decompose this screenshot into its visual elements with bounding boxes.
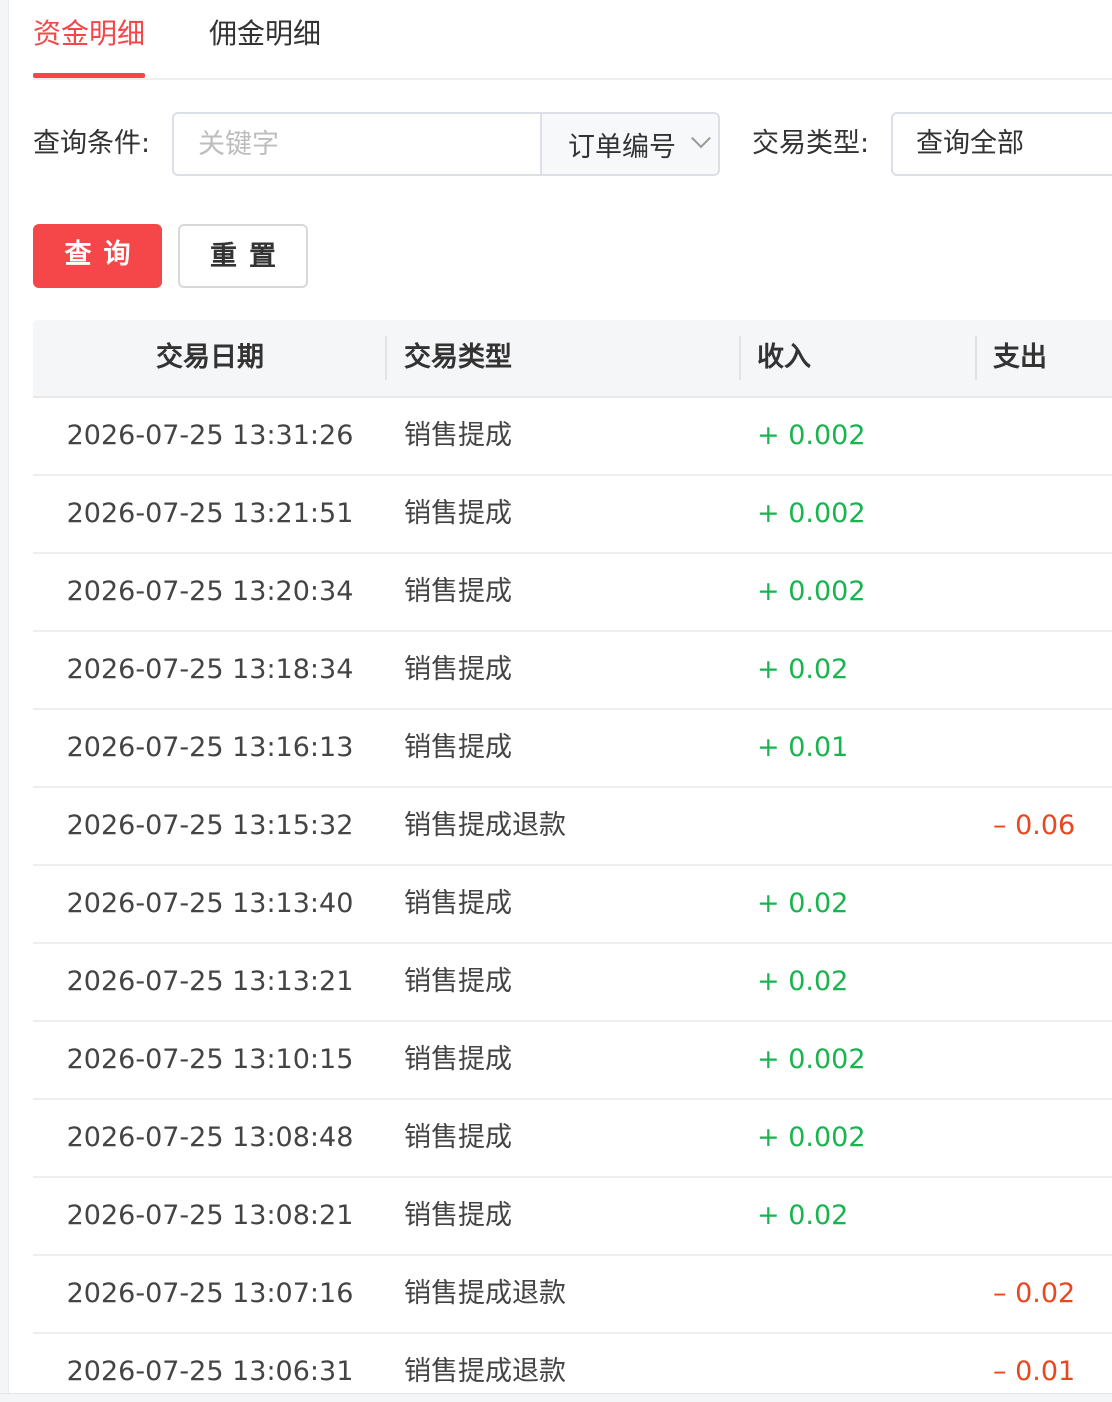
cell-date: 2026-07-25 13:31:26: [66, 420, 354, 451]
query-condition-label: 查询条件:: [33, 128, 151, 159]
cell-type: 销售提成: [404, 1200, 512, 1231]
table-row: 2026-07-25 13:10:15 销售提成 + 0.002: [33, 1022, 1112, 1100]
reset-button[interactable]: 重置: [178, 224, 308, 288]
cell-income: + 0.02: [757, 1200, 849, 1231]
table-row: 2026-07-25 13:08:48 销售提成 + 0.002: [33, 1100, 1112, 1178]
cell-type: 销售提成: [404, 576, 512, 607]
cell-income: + 0.002: [757, 420, 866, 451]
cell-type: 销售提成: [404, 1122, 512, 1153]
transaction-type-value: 查询全部: [916, 128, 1024, 159]
cell-date: 2026-07-25 13:16:13: [66, 732, 354, 763]
cell-type: 销售提成: [404, 732, 512, 763]
header-income: 收入: [757, 342, 811, 373]
table-row: 2026-07-25 13:13:40 销售提成 + 0.02: [33, 866, 1112, 944]
cell-date: 2026-07-25 13:06:31: [66, 1356, 354, 1387]
table-row: 2026-07-25 13:07:16 销售提成退款 – 0.02: [33, 1256, 1112, 1334]
cell-type: 销售提成: [404, 1044, 512, 1075]
cell-date: 2026-07-25 13:10:15: [66, 1044, 354, 1075]
table-row: 2026-07-25 13:13:21 销售提成 + 0.02: [33, 944, 1112, 1022]
cell-income: + 0.01: [757, 732, 849, 763]
cell-type: 销售提成: [404, 654, 512, 685]
cell-date: 2026-07-25 13:18:34: [66, 654, 354, 685]
cell-date: 2026-07-25 13:20:34: [66, 576, 354, 607]
table-row: 2026-07-25 13:21:51 销售提成 + 0.002: [33, 476, 1112, 554]
funds-detail-page: 资金明细 佣金明细 查询条件: 订单编号 交易类型: 查询全部 查询 重置 交易…: [0, 0, 1112, 1402]
table-row: 2026-07-25 13:31:26 销售提成 + 0.002: [33, 398, 1112, 476]
transactions-table: 交易日期 交易类型 收入 支出 2026-07-25 13:31:26 销售提成 +…: [33, 320, 1112, 1402]
tab-bar: 资金明细 佣金明细: [33, 0, 1112, 80]
table-row: 2026-07-25 13:08:21 销售提成 + 0.02: [33, 1178, 1112, 1256]
cell-income: + 0.02: [757, 888, 849, 919]
cell-date: 2026-07-25 13:13:40: [66, 888, 354, 919]
cell-expense: – 0.02: [993, 1278, 1076, 1309]
left-divider: [0, 0, 9, 1402]
header-divider: [975, 336, 977, 380]
header-date: 交易日期: [156, 342, 264, 373]
table-row: 2026-07-25 13:06:31 销售提成退款 – 0.01: [33, 1334, 1112, 1402]
table-row: 2026-07-25 13:18:34 销售提成 + 0.02: [33, 632, 1112, 710]
transaction-type-select[interactable]: 查询全部: [891, 112, 1112, 176]
header-expense: 支出: [993, 342, 1047, 373]
cell-income: + 0.02: [757, 966, 849, 997]
cell-type: 销售提成: [404, 420, 512, 451]
tab-funds-detail[interactable]: 资金明细: [33, 14, 145, 54]
cell-type: 销售提成: [404, 498, 512, 529]
cell-type: 销售提成: [404, 888, 512, 919]
cell-income: + 0.02: [757, 654, 849, 685]
header-divider: [739, 336, 741, 380]
table-header: 交易日期 交易类型 收入 支出: [33, 320, 1112, 398]
search-field-value: 订单编号: [568, 131, 676, 163]
active-tab-indicator: [33, 73, 145, 78]
header-divider: [385, 336, 387, 380]
keyword-input[interactable]: [174, 114, 540, 174]
keyword-search-group: 订单编号: [172, 112, 720, 176]
cell-income: + 0.002: [757, 1044, 866, 1075]
cell-expense: – 0.01: [993, 1356, 1076, 1387]
search-field-select[interactable]: 订单编号: [540, 114, 718, 174]
table-row: 2026-07-25 13:16:13 销售提成 + 0.01: [33, 710, 1112, 788]
cell-income: + 0.002: [757, 1122, 866, 1153]
cell-date: 2026-07-25 13:07:16: [66, 1278, 354, 1309]
chevron-down-icon: [691, 128, 711, 149]
cell-type: 销售提成退款: [404, 1356, 566, 1387]
cell-date: 2026-07-25 13:08:21: [66, 1200, 354, 1231]
cell-date: 2026-07-25 13:13:21: [66, 966, 354, 997]
cell-date: 2026-07-25 13:08:48: [66, 1122, 354, 1153]
cell-type: 销售提成退款: [404, 810, 566, 841]
transaction-type-label: 交易类型:: [752, 128, 870, 159]
cell-type: 销售提成: [404, 966, 512, 997]
search-button[interactable]: 查询: [33, 224, 162, 288]
table-body: 2026-07-25 13:31:26 销售提成 + 0.002 2026-07-25…: [33, 398, 1112, 1402]
cell-date: 2026-07-25 13:15:32: [66, 810, 354, 841]
header-type: 交易类型: [404, 342, 512, 373]
table-row: 2026-07-25 13:15:32 销售提成退款 – 0.06: [33, 788, 1112, 866]
cell-income: + 0.002: [757, 498, 866, 529]
tab-commission-detail[interactable]: 佣金明细: [209, 14, 321, 54]
cell-expense: – 0.06: [993, 810, 1076, 841]
bottom-divider: [0, 1393, 1112, 1402]
cell-income: + 0.002: [757, 576, 866, 607]
cell-type: 销售提成退款: [404, 1278, 566, 1309]
table-row: 2026-07-25 13:20:34 销售提成 + 0.002: [33, 554, 1112, 632]
cell-date: 2026-07-25 13:21:51: [66, 498, 354, 529]
